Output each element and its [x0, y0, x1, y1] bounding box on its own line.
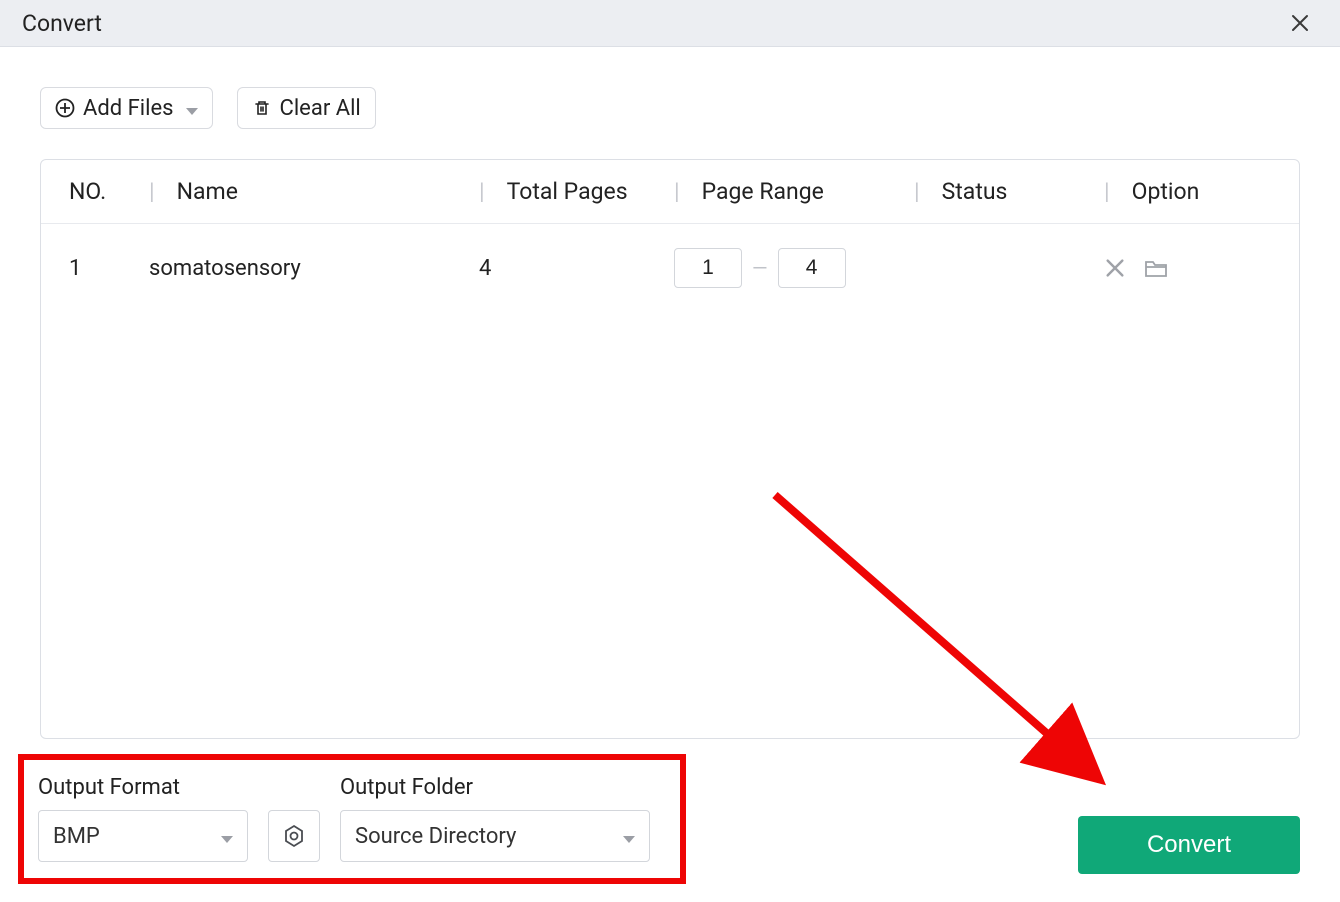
add-files-button[interactable]: Add Files [40, 87, 213, 129]
table-row: 1 somatosensory 4 — [69, 242, 1271, 294]
column-total-pages: |Total Pages [479, 178, 674, 205]
convert-button[interactable]: Convert [1078, 816, 1300, 874]
output-settings: Output Format BMP Output Folder Source D… [20, 763, 668, 874]
remove-row-icon[interactable] [1104, 257, 1126, 279]
row-no: 1 [69, 256, 149, 281]
chevron-down-icon [221, 824, 233, 849]
output-format-group: Output Format BMP [38, 775, 248, 862]
output-folder-select[interactable]: Source Directory [340, 810, 650, 862]
page-range-to-input[interactable] [778, 248, 846, 288]
clear-all-button[interactable]: Clear All [237, 87, 376, 129]
output-format-select[interactable]: BMP [38, 810, 248, 862]
row-option [1104, 257, 1271, 279]
plus-circle-icon [55, 98, 75, 118]
output-format-value: BMP [53, 824, 100, 849]
range-separator: — [752, 256, 768, 280]
settings-button[interactable] [268, 810, 320, 862]
column-no: NO. [69, 178, 149, 205]
title-bar: Convert [0, 0, 1340, 47]
add-files-label: Add Files [83, 96, 174, 121]
open-folder-icon[interactable] [1144, 257, 1168, 279]
chevron-down-icon [623, 824, 635, 849]
chevron-down-icon [186, 96, 198, 121]
close-icon[interactable] [1282, 5, 1318, 41]
row-total-pages: 4 [479, 256, 674, 281]
output-folder-group: Output Folder Source Directory [340, 775, 650, 862]
toolbar: Add Files Clear All [0, 47, 1340, 149]
window-title: Convert [22, 10, 102, 37]
clear-all-label: Clear All [280, 96, 361, 121]
column-name: |Name [149, 178, 479, 205]
output-folder-label: Output Folder [340, 775, 650, 800]
column-option: |Option [1104, 178, 1271, 205]
gear-icon [282, 824, 306, 848]
file-table: NO. |Name |Total Pages |Page Range |Stat… [40, 159, 1300, 739]
column-page-range: |Page Range [674, 178, 914, 205]
output-folder-value: Source Directory [355, 824, 516, 849]
footer: Output Format BMP Output Folder Source D… [20, 763, 1300, 874]
trash-icon [252, 98, 272, 118]
row-name: somatosensory [149, 256, 479, 281]
row-page-range: — [674, 248, 914, 288]
table-body: 1 somatosensory 4 — [41, 224, 1299, 312]
output-format-label: Output Format [38, 775, 248, 800]
page-range-from-input[interactable] [674, 248, 742, 288]
column-status: |Status [914, 178, 1104, 205]
table-header: NO. |Name |Total Pages |Page Range |Stat… [41, 160, 1299, 224]
